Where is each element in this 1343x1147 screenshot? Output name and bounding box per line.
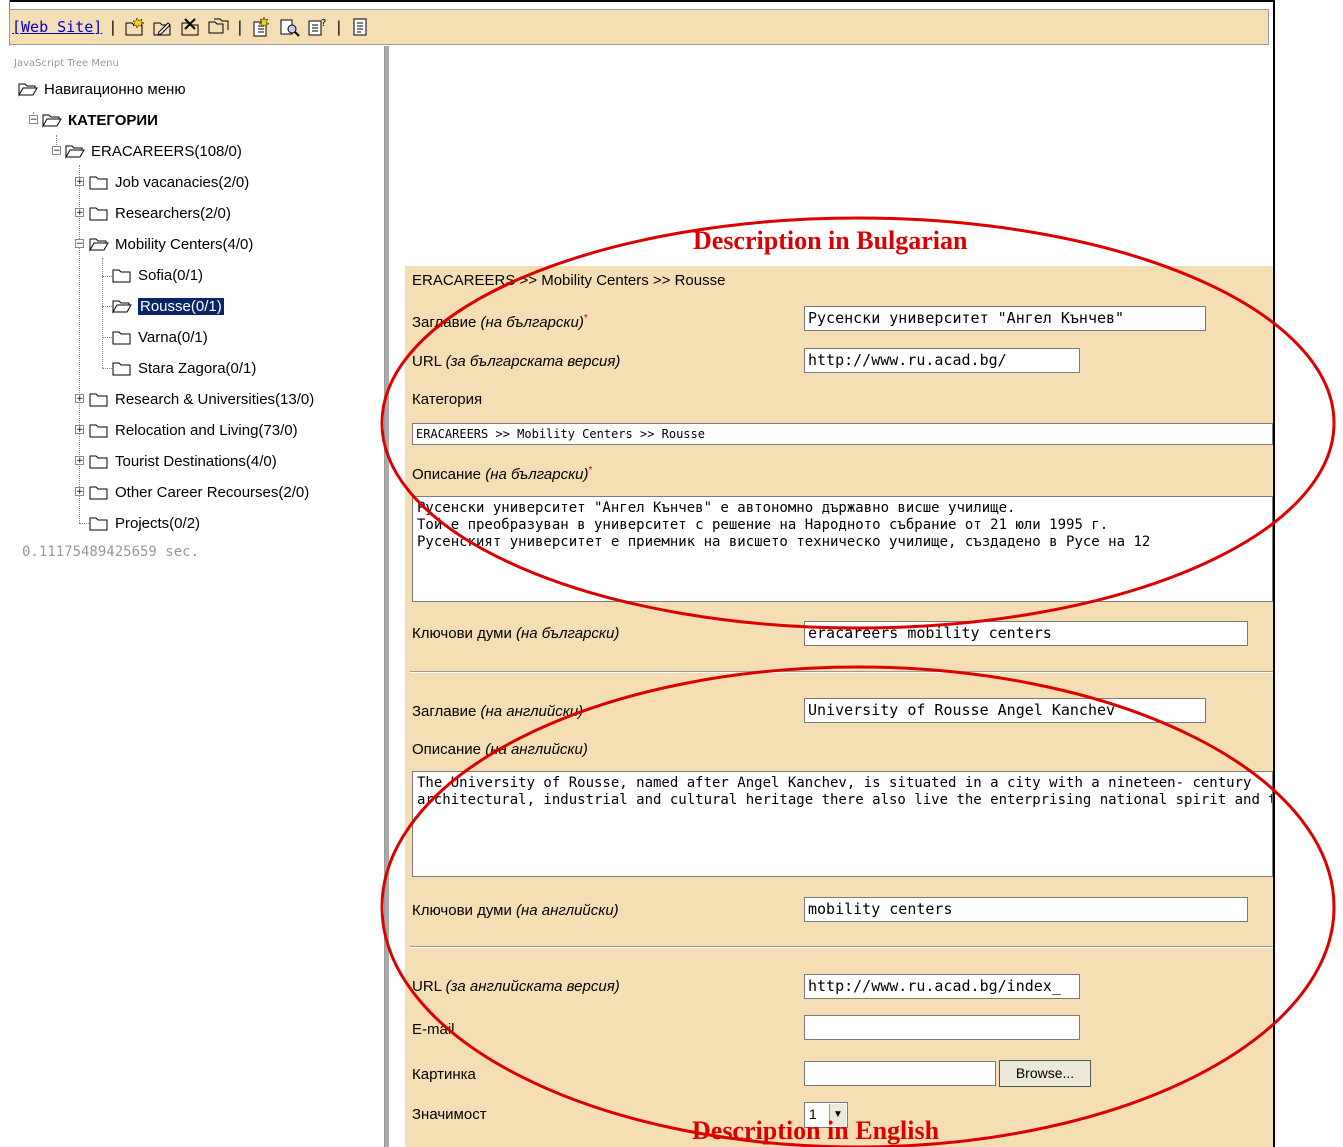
annotation-layer xyxy=(380,216,1336,1147)
bulgarian-ellipse xyxy=(380,216,1336,630)
english-ellipse xyxy=(380,665,1336,1147)
annotation-bulgarian: Description in Bulgarian xyxy=(693,226,968,255)
annotation-english: Description in English xyxy=(692,1116,940,1145)
